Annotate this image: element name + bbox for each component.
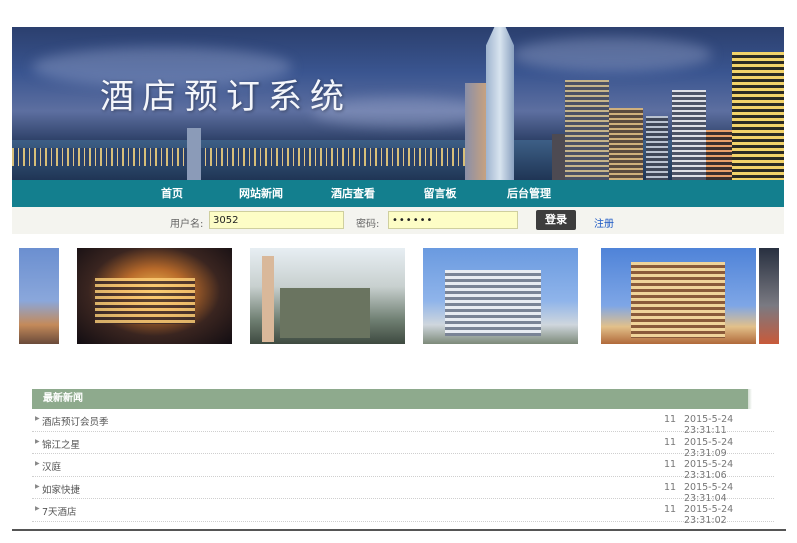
register-link[interactable]: 注册: [594, 215, 614, 230]
hotel-photo-entrance: [280, 288, 370, 338]
news-title[interactable]: 酒店预订会员季: [42, 414, 109, 428]
banner-building: [486, 27, 514, 180]
login-bar: 用户名: 密码: 登录 注册: [12, 207, 784, 234]
hotel-photo[interactable]: [601, 248, 756, 344]
hotel-photo-building: [445, 270, 541, 336]
news-row[interactable]: ▶ 如家快捷 11 2015-5-24 23:31:04: [32, 477, 774, 504]
banner-building: [646, 116, 668, 180]
bullet-arrow-icon: ▶: [35, 437, 40, 445]
banner-city-lights: [12, 148, 482, 166]
news-title[interactable]: 7天酒店: [42, 504, 77, 518]
banner: 酒店预订系统: [12, 27, 784, 180]
nav-item-hotels[interactable]: 酒店查看: [325, 180, 381, 207]
hotel-photo-carousel: [19, 248, 779, 344]
nav-item-news[interactable]: 网站新闻: [233, 180, 289, 207]
banner-building: [732, 52, 784, 180]
news-view-count: 11: [664, 504, 677, 516]
banner-cloud: [512, 37, 712, 72]
hotel-photo[interactable]: [423, 248, 578, 344]
nav-item-admin[interactable]: 后台管理: [499, 180, 559, 207]
news-title[interactable]: 汉庭: [42, 459, 61, 473]
bullet-arrow-icon: ▶: [35, 460, 40, 468]
hotel-photo[interactable]: [250, 248, 405, 344]
hotel-photo[interactable]: [759, 248, 779, 344]
news-row[interactable]: ▶ 7天酒店 11 2015-5-24 23:31:02: [32, 499, 774, 526]
username-label: 用户名:: [170, 219, 204, 230]
news-row[interactable]: ▶ 酒店预订会员季 11 2015-5-24 23:31:11: [32, 409, 774, 436]
news-view-count: 11: [664, 481, 677, 493]
bullet-arrow-icon: ▶: [35, 415, 40, 422]
hotel-photo-building: [631, 262, 725, 338]
news-view-count: 11: [664, 459, 677, 471]
banner-building: [187, 128, 201, 180]
news-row[interactable]: ▶ 锦江之星 11 2015-5-24 23:31:09: [32, 432, 774, 459]
banner-building: [609, 108, 643, 180]
news-date: 2015-5-24 23:31:02: [684, 504, 734, 527]
latest-news-panel: 最新新闻 ▶ 酒店预订会员季 11 2015-5-24 23:31:11 ▶ 锦…: [32, 389, 774, 526]
news-title[interactable]: 锦江之星: [42, 437, 80, 451]
password-input[interactable]: [388, 211, 518, 229]
banner-building: [465, 83, 487, 180]
footer-divider: [12, 529, 786, 531]
nav-item-home[interactable]: 首页: [147, 180, 197, 207]
news-view-count: 11: [664, 436, 677, 448]
banner-building: [706, 130, 732, 180]
hotel-photo-pillar: [262, 256, 274, 342]
password-label: 密码:: [356, 219, 380, 230]
hotel-photo-building: [95, 278, 195, 324]
news-row[interactable]: ▶ 汉庭 11 2015-5-24 23:31:06: [32, 454, 774, 481]
news-view-count: 11: [664, 414, 677, 425]
hotel-photo[interactable]: [19, 248, 59, 344]
news-header: 最新新闻: [32, 389, 752, 409]
login-button[interactable]: 登录: [536, 210, 576, 230]
bullet-arrow-icon: ▶: [35, 505, 40, 513]
bullet-arrow-icon: ▶: [35, 482, 40, 490]
hotel-photo[interactable]: [77, 248, 232, 344]
username-input[interactable]: [209, 211, 344, 229]
banner-building: [565, 80, 609, 180]
page-container: 酒店预订系统 首页 网站新闻 酒店查看 留言板 后台管理 用户名: 密码: 登录…: [12, 27, 784, 234]
news-title[interactable]: 如家快捷: [42, 482, 80, 496]
nav-item-guestbook[interactable]: 留言板: [417, 180, 463, 207]
main-nav: 首页 网站新闻 酒店查看 留言板 后台管理: [12, 180, 784, 207]
banner-building: [672, 90, 706, 180]
site-title: 酒店预订系统: [100, 77, 352, 117]
